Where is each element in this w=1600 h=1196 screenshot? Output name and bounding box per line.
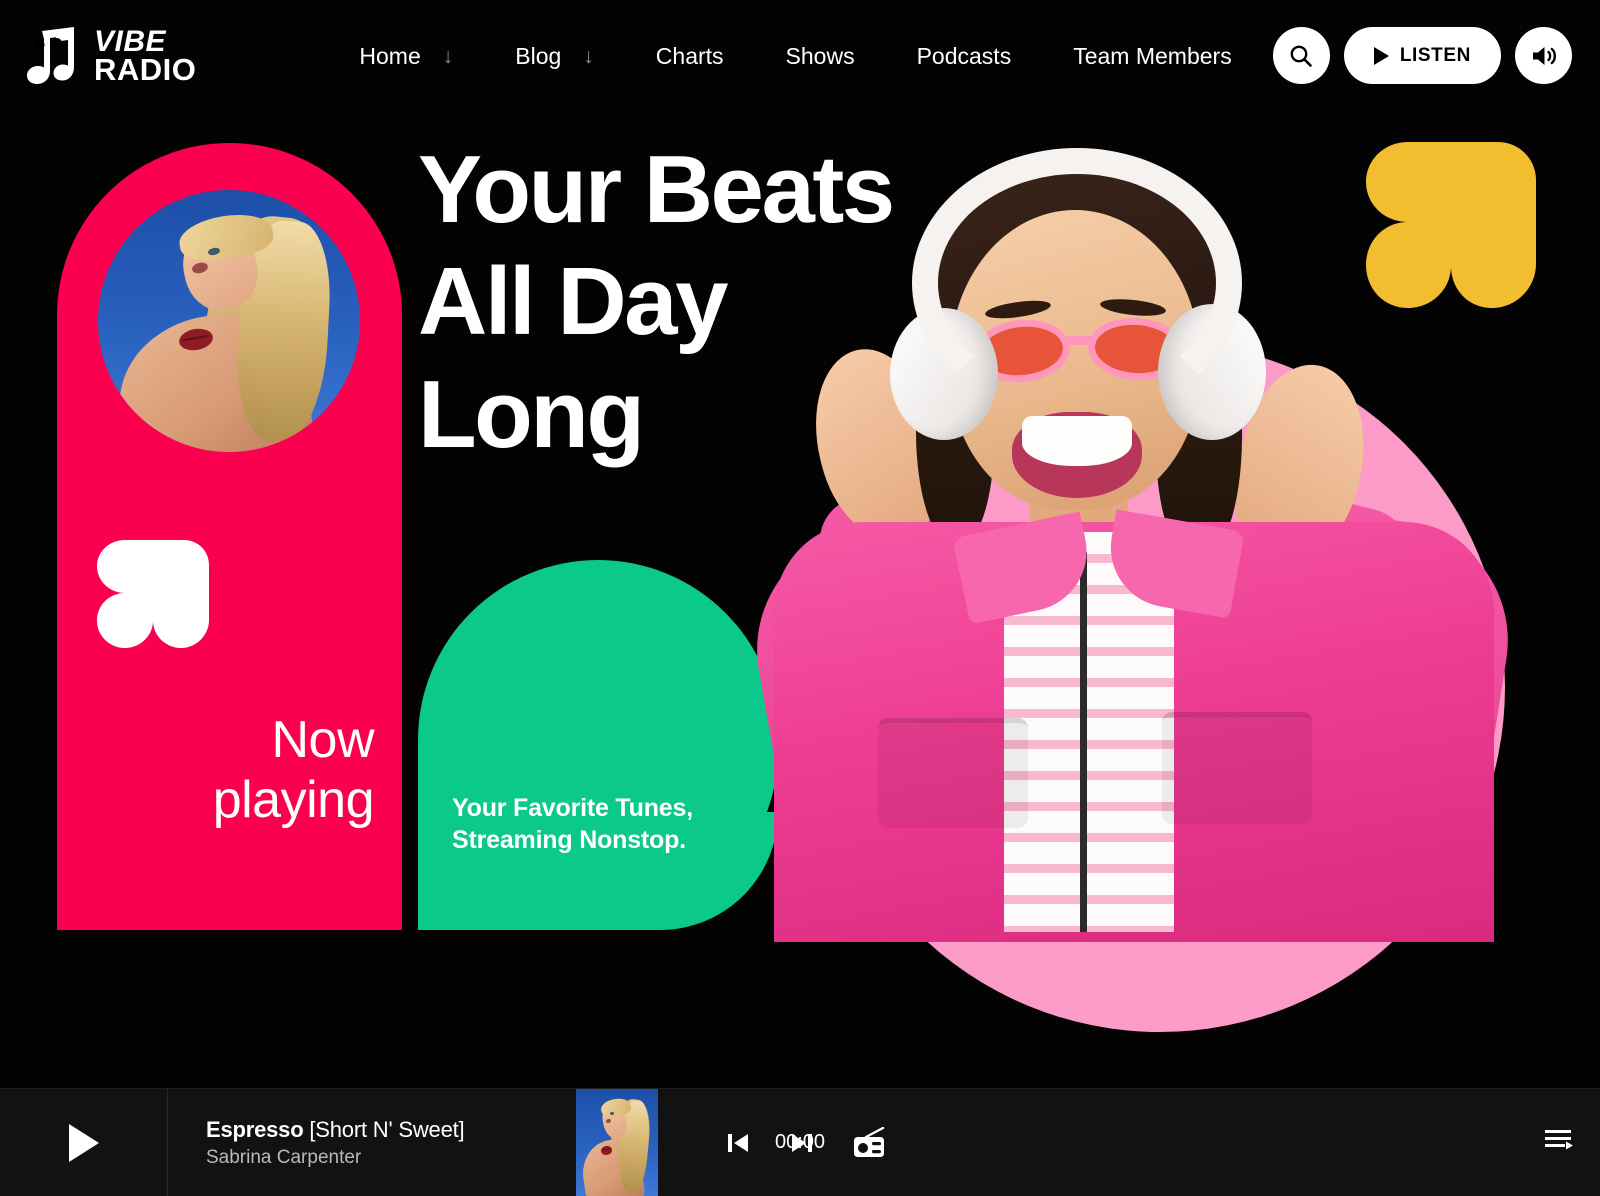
now-playing-album-art	[98, 190, 360, 452]
nav-item-home[interactable]: Home ↓	[328, 43, 484, 70]
header-actions: LISTEN	[1272, 27, 1572, 84]
player-track-title: Espresso	[206, 1116, 304, 1142]
page-root: VIBE RADIO Home ↓ Blog ↓ Charts Shows Po…	[0, 0, 1600, 1196]
nav-label: Charts	[655, 42, 724, 69]
player-track-meta: Espresso [Short N' Sweet] Sabrina Carpen…	[206, 1117, 576, 1169]
player-artist-name: Sabrina Carpenter	[206, 1146, 362, 1168]
audio-player-bar: Espresso [Short N' Sweet] Sabrina Carpen…	[0, 1088, 1600, 1196]
now-playing-card[interactable]: Now playing	[57, 143, 402, 930]
nav-label: Home	[359, 42, 421, 69]
nav-item-blog[interactable]: Blog ↓	[484, 43, 625, 70]
hero-tagline: Your Favorite Tunes, Streaming Nonstop.	[452, 794, 693, 854]
player-play-button[interactable]	[0, 1088, 168, 1196]
player-track-title-row: Espresso [Short N' Sweet]	[206, 1117, 576, 1143]
search-icon	[1290, 45, 1313, 67]
listen-button[interactable]: LISTEN	[1343, 27, 1501, 84]
nav-item-team-members[interactable]: Team Members	[1042, 43, 1262, 70]
player-next-button[interactable]	[788, 1129, 816, 1157]
nav-label: Shows	[785, 42, 855, 69]
decorative-blob-white-icon	[97, 540, 209, 648]
arrow-down-icon: ↓	[583, 44, 594, 68]
brand-line-2: RADIO	[94, 51, 197, 87]
play-icon	[1373, 46, 1389, 65]
nav-label: Podcasts	[916, 42, 1012, 69]
volume-icon	[1532, 46, 1556, 65]
listen-button-label: LISTEN	[1399, 44, 1471, 66]
playlist-queue-icon	[1545, 1130, 1573, 1150]
nav-item-charts[interactable]: Charts	[625, 43, 755, 70]
player-transport-controls	[724, 1126, 886, 1159]
now-playing-label: Now playing	[212, 711, 375, 830]
hero-section: Now playing Your Beats All Day Long Your…	[0, 112, 1600, 1088]
nav-item-podcasts[interactable]: Podcasts	[886, 43, 1043, 70]
skip-previous-icon	[728, 1133, 748, 1152]
brand-wordmark: VIBE RADIO	[94, 26, 197, 87]
skip-next-icon	[792, 1133, 812, 1152]
player-radio-button[interactable]	[852, 1126, 886, 1159]
play-icon	[68, 1123, 99, 1162]
now-playing-line-1: Now	[271, 711, 374, 770]
brand-logo[interactable]: VIBE RADIO	[26, 26, 197, 87]
site-header: VIBE RADIO Home ↓ Blog ↓ Charts Shows Po…	[0, 0, 1600, 112]
nav-label: Blog	[515, 42, 562, 69]
nav-label: Team Members	[1073, 42, 1232, 69]
player-track-album: [Short N' Sweet]	[309, 1116, 465, 1142]
volume-button[interactable]	[1515, 27, 1572, 84]
music-note-icon	[27, 27, 74, 84]
nav-item-shows[interactable]: Shows	[755, 43, 886, 70]
primary-nav: Home ↓ Blog ↓ Charts Shows Podcasts Team…	[328, 43, 1262, 70]
now-playing-line-2: playing	[212, 770, 375, 829]
player-queue-button[interactable]	[1544, 1127, 1574, 1158]
search-button[interactable]	[1272, 27, 1330, 84]
player-previous-button[interactable]	[724, 1129, 752, 1157]
radio-icon	[854, 1126, 885, 1157]
player-album-thumbnail[interactable]	[576, 1088, 658, 1196]
arrow-down-icon: ↓	[442, 44, 454, 68]
